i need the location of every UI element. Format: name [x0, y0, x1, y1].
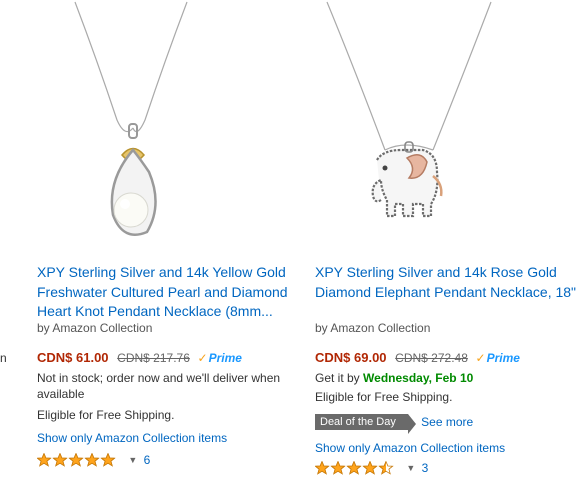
partial-text-fragment: n [0, 351, 7, 365]
star-rating[interactable] [315, 460, 397, 475]
prime-badge: ✓Prime [476, 351, 520, 365]
rating-row: ▼ 3 [315, 460, 428, 475]
chevron-down-icon[interactable]: ▼ [128, 455, 137, 465]
show-only-brand-link[interactable]: Show only Amazon Collection items [315, 441, 505, 455]
product-image[interactable] [37, 0, 307, 250]
rating-row: ▼ 6 [37, 452, 150, 467]
delivery-prefix: Get it by [315, 371, 364, 385]
delivery-date: Wednesday, Feb 10 [363, 371, 474, 385]
free-shipping-text: Eligible for Free Shipping. [37, 408, 175, 422]
product-title-link[interactable]: XPY Sterling Silver and 14k Yellow Gold … [37, 263, 305, 322]
star-icon [378, 460, 394, 475]
deal-of-the-day-badge: Deal of the Day [315, 414, 416, 434]
chevron-down-icon[interactable]: ▼ [406, 463, 415, 473]
prime-check-icon: ✓ [475, 351, 486, 365]
free-shipping-text: Eligible for Free Shipping. [315, 390, 453, 404]
star-rating-graphic [37, 452, 116, 467]
prime-badge: ✓Prime [198, 351, 242, 365]
brand-byline: by Amazon Collection [315, 321, 431, 335]
star-rating-graphic [315, 460, 394, 475]
show-only-brand-link[interactable]: Show only Amazon Collection items [37, 431, 227, 445]
deal-row: Deal of the Day See more [315, 414, 473, 434]
review-count-link[interactable]: 6 [144, 453, 151, 467]
current-price: CDN$ 69.00 [315, 350, 387, 365]
star-icon [52, 452, 68, 467]
star-icon [362, 460, 378, 475]
stock-status: Not in stock; order now and we'll delive… [37, 371, 281, 401]
star-icon [37, 452, 52, 467]
star-icon [100, 452, 116, 467]
prime-check-icon: ✓ [197, 351, 208, 365]
star-icon [84, 452, 100, 467]
current-price: CDN$ 61.00 [37, 350, 109, 365]
brand-byline: by Amazon Collection [37, 321, 153, 335]
see-more-link[interactable]: See more [421, 415, 473, 429]
product-title-link[interactable]: XPY Sterling Silver and 14k Rose Gold Di… [315, 263, 583, 302]
star-icon [346, 460, 362, 475]
prime-label: Prime [486, 351, 520, 365]
product-image[interactable] [315, 0, 585, 250]
star-icon [315, 460, 330, 475]
star-rating[interactable] [37, 452, 119, 467]
list-price: CDN$ 272.48 [395, 351, 468, 365]
delivery-estimate: Get it by Wednesday, Feb 10 [315, 370, 580, 386]
star-icon [330, 460, 346, 475]
prime-label: Prime [208, 351, 242, 365]
price-row: CDN$ 61.00 CDN$ 217.76 ✓Prime [37, 350, 242, 365]
star-icon [68, 452, 84, 467]
price-row: CDN$ 69.00 CDN$ 272.48 ✓Prime [315, 350, 520, 365]
pearl-heart-knot-pendant-icon [74, 1, 188, 236]
elephant-pendant-icon [326, 1, 492, 218]
review-count-link[interactable]: 3 [422, 461, 429, 475]
list-price: CDN$ 217.76 [117, 351, 190, 365]
